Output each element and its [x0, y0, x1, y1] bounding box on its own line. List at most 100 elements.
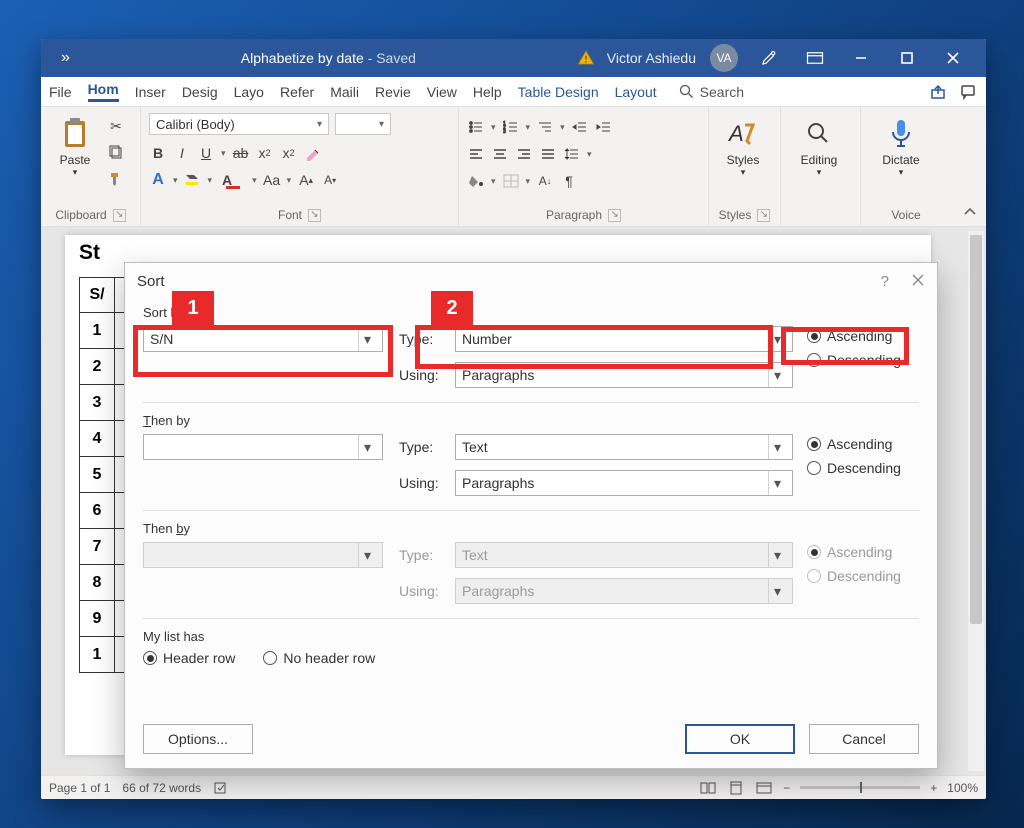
- using-label: Using:: [399, 367, 445, 383]
- zoom-level[interactable]: 100%: [947, 781, 978, 795]
- multilevel-list-icon[interactable]: [536, 118, 554, 136]
- change-case-icon[interactable]: Aa: [263, 171, 281, 189]
- copy-icon[interactable]: [107, 143, 125, 161]
- subscript-icon[interactable]: x2: [256, 144, 274, 162]
- sort-field-1-combo[interactable]: S/N▾: [143, 326, 383, 352]
- increase-indent-icon[interactable]: [595, 118, 613, 136]
- dialog-launcher-icon[interactable]: ↘: [113, 209, 126, 222]
- user-avatar[interactable]: VA: [710, 44, 738, 72]
- sort-field-3-combo: ▾: [143, 542, 383, 568]
- sort-using-2-combo[interactable]: Paragraphs▾: [455, 470, 793, 496]
- tab-layout[interactable]: Layo: [226, 79, 272, 105]
- tab-design[interactable]: Desig: [174, 79, 226, 105]
- quick-access-more-icon[interactable]: »: [51, 49, 80, 67]
- line-spacing-icon[interactable]: [563, 145, 581, 163]
- tab-help[interactable]: Help: [465, 79, 510, 105]
- spellcheck-icon[interactable]: [213, 779, 231, 797]
- text-effects-icon[interactable]: A: [149, 171, 167, 189]
- italic-icon[interactable]: I: [173, 144, 191, 162]
- share-icon[interactable]: [930, 84, 946, 100]
- zoom-slider[interactable]: [800, 786, 920, 789]
- tab-file[interactable]: File: [41, 79, 80, 105]
- warning-icon: [577, 49, 595, 67]
- borders-icon[interactable]: [502, 172, 520, 190]
- tab-references[interactable]: Refer: [272, 79, 322, 105]
- font-name-combo[interactable]: Calibri (Body)▾: [149, 113, 329, 135]
- ascending-1-radio[interactable]: Ascending: [807, 328, 919, 344]
- chevron-down-icon: ▾: [899, 167, 904, 178]
- group-styles-label: Styles: [719, 208, 752, 222]
- close-button[interactable]: [930, 39, 976, 77]
- sort-field-2-combo[interactable]: ▾: [143, 434, 383, 460]
- tab-layout[interactable]: Layout: [607, 79, 665, 105]
- paste-button[interactable]: Paste ▾: [49, 113, 101, 206]
- print-layout-icon[interactable]: [727, 779, 745, 797]
- pen-mode-icon[interactable]: [746, 39, 792, 77]
- minimize-button[interactable]: [838, 39, 884, 77]
- descending-1-radio[interactable]: Descending: [807, 352, 919, 368]
- bold-icon[interactable]: B: [149, 144, 167, 162]
- grow-font-icon[interactable]: A▴: [297, 171, 315, 189]
- font-size-combo[interactable]: ▾: [335, 113, 391, 135]
- vertical-scrollbar[interactable]: [968, 231, 984, 771]
- bullets-icon[interactable]: [467, 118, 485, 136]
- callout-1: 1: [172, 291, 214, 325]
- decrease-indent-icon[interactable]: [571, 118, 589, 136]
- tab-insert[interactable]: Inser: [127, 79, 174, 105]
- sort-type-1-combo[interactable]: Number▾: [455, 326, 793, 352]
- format-painter-icon[interactable]: [107, 169, 125, 187]
- zoom-out-icon[interactable]: −: [783, 781, 790, 795]
- cut-icon[interactable]: ✂: [107, 117, 125, 135]
- ok-button[interactable]: OK: [685, 724, 795, 754]
- highlight-icon[interactable]: [184, 171, 202, 189]
- zoom-in-icon[interactable]: +: [930, 781, 937, 795]
- dialog-launcher-icon[interactable]: ↘: [308, 209, 321, 222]
- justify-icon[interactable]: [539, 145, 557, 163]
- tab-table-design[interactable]: Table Design: [510, 79, 607, 105]
- group-paragraph: ▾ 123▾ ▾ ▾ ▾ ▾ A↓ ¶: [459, 107, 709, 226]
- comments-icon[interactable]: [960, 84, 976, 100]
- tab-view[interactable]: View: [419, 79, 465, 105]
- styles-button[interactable]: A Styles▾: [717, 113, 769, 206]
- help-icon[interactable]: ?: [881, 273, 889, 290]
- close-icon[interactable]: [911, 273, 925, 290]
- shrink-font-icon[interactable]: A▾: [321, 171, 339, 189]
- editing-button[interactable]: Editing▾: [789, 113, 849, 220]
- header-row-radio[interactable]: Header row: [143, 650, 235, 666]
- cancel-button[interactable]: Cancel: [809, 724, 919, 754]
- strikethrough-icon[interactable]: ab: [232, 144, 250, 162]
- underline-icon[interactable]: U: [197, 144, 215, 162]
- options-button[interactable]: Options...: [143, 724, 253, 754]
- sort-using-1-combo[interactable]: Paragraphs▾: [455, 362, 793, 388]
- tab-review[interactable]: Revie: [367, 79, 419, 105]
- numbering-icon[interactable]: 123: [502, 118, 520, 136]
- align-left-icon[interactable]: [467, 145, 485, 163]
- read-mode-icon[interactable]: [699, 779, 717, 797]
- no-header-row-radio[interactable]: No header row: [263, 650, 375, 666]
- ribbon-display-icon[interactable]: [792, 39, 838, 77]
- type-label: Type:: [399, 547, 445, 563]
- collapse-ribbon-icon[interactable]: [962, 204, 978, 220]
- dialog-launcher-icon[interactable]: ↘: [608, 209, 621, 222]
- pilcrow-icon[interactable]: ¶: [560, 172, 578, 190]
- page-indicator[interactable]: Page 1 of 1: [49, 781, 110, 795]
- web-layout-icon[interactable]: [755, 779, 773, 797]
- dialog-launcher-icon[interactable]: ↘: [757, 209, 770, 222]
- shading-icon[interactable]: [467, 172, 485, 190]
- group-font: Calibri (Body)▾ ▾ B I U▾ ab x2 x2 A▾ ▾ A…: [141, 107, 459, 226]
- clear-format-icon[interactable]: [304, 144, 322, 162]
- tab-home[interactable]: Hom: [80, 76, 127, 107]
- user-name[interactable]: Victor Ashiedu: [601, 50, 702, 66]
- align-center-icon[interactable]: [491, 145, 509, 163]
- descending-2-radio[interactable]: Descending: [807, 460, 919, 476]
- dictate-button[interactable]: Dictate▾: [869, 113, 933, 206]
- search-box[interactable]: Search: [679, 84, 744, 100]
- sort-type-2-combo[interactable]: Text▾: [455, 434, 793, 460]
- maximize-button[interactable]: [884, 39, 930, 77]
- sort-icon[interactable]: A↓: [536, 172, 554, 190]
- word-count[interactable]: 66 of 72 words: [122, 781, 201, 795]
- ascending-2-radio[interactable]: Ascending: [807, 436, 919, 452]
- align-right-icon[interactable]: [515, 145, 533, 163]
- tab-mailings[interactable]: Maili: [322, 79, 367, 105]
- superscript-icon[interactable]: x2: [280, 144, 298, 162]
